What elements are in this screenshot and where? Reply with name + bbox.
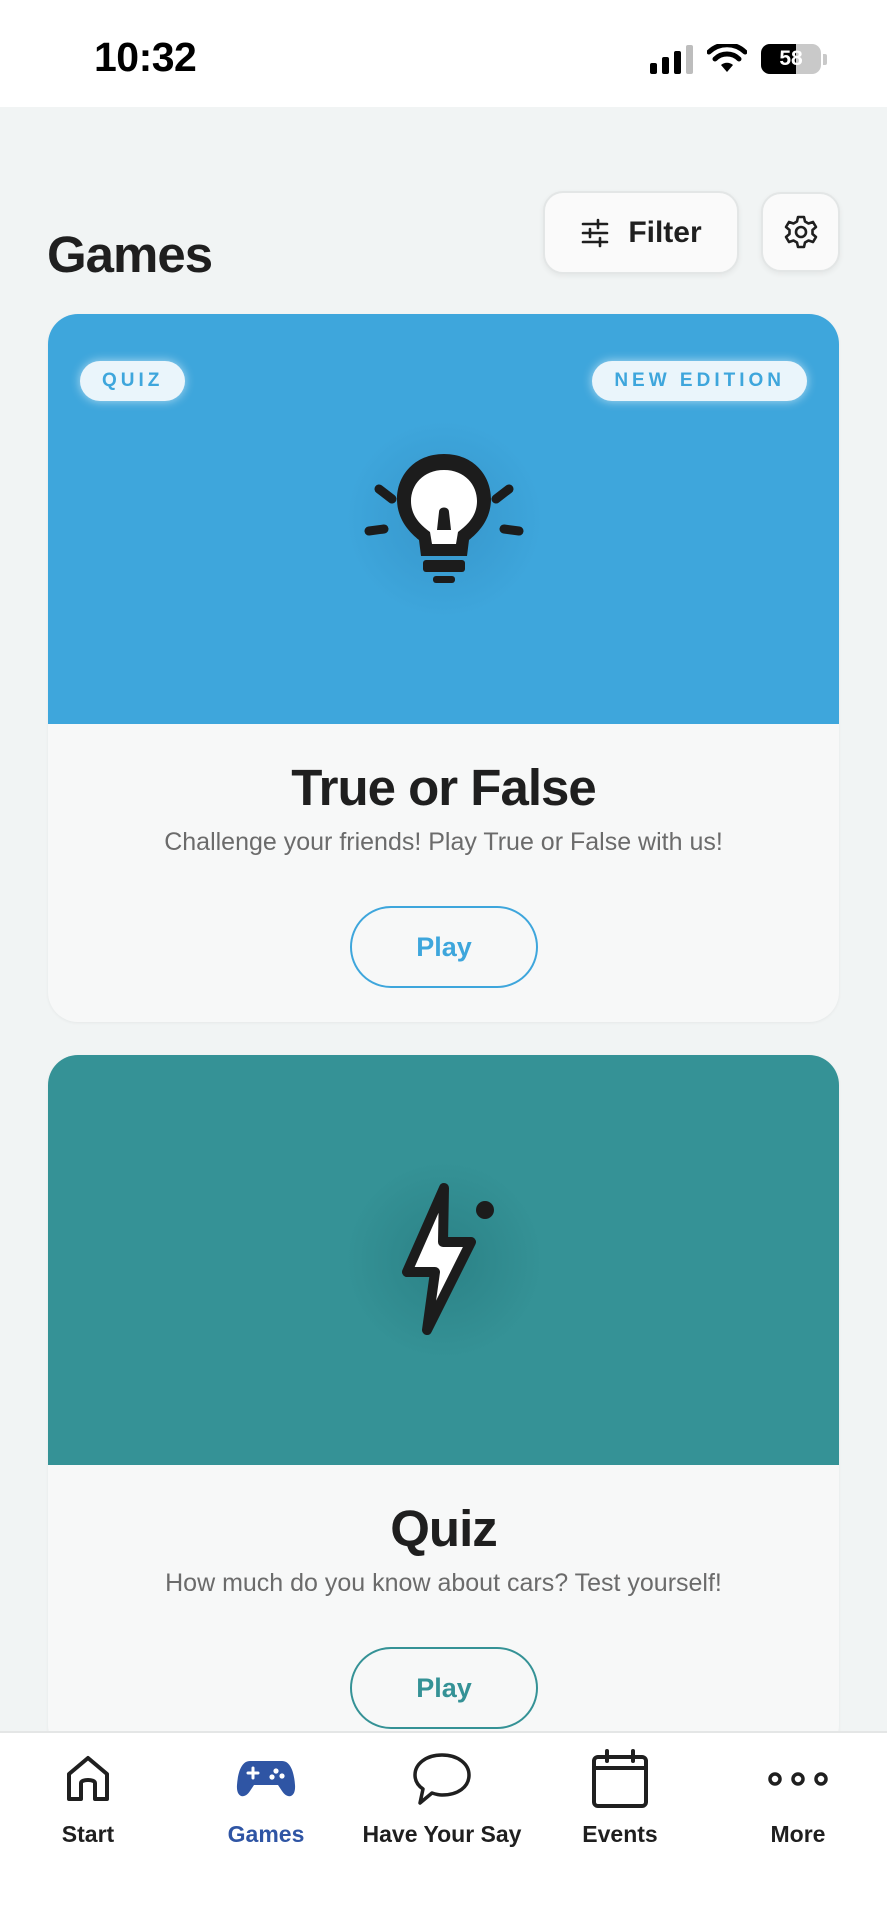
card-description: Challenge your friends! Play True or Fal… <box>164 828 723 856</box>
status-time: 10:32 <box>94 34 197 80</box>
speech-bubble-icon <box>413 1753 471 1805</box>
tab-games[interactable]: Games <box>181 1747 351 1857</box>
new-edition-badge: NEW EDITION <box>592 361 807 401</box>
game-card-true-or-false[interactable]: QUIZ NEW EDITION True or False Challenge… <box>48 314 839 1022</box>
card-hero <box>48 1055 839 1465</box>
sliders-icon <box>582 218 609 247</box>
play-button[interactable]: Play <box>350 906 538 988</box>
home-icon <box>67 1756 109 1801</box>
games-header: Games Filter <box>0 107 887 307</box>
more-dots-icon <box>768 1772 828 1786</box>
wifi-icon <box>707 44 747 72</box>
tab-have-your-say[interactable]: Have Your Say <box>357 1747 527 1857</box>
filter-label: Filter <box>628 215 702 249</box>
tab-more[interactable]: More <box>713 1747 883 1857</box>
card-description: How much do you know about cars? Test yo… <box>165 1569 722 1597</box>
bottom-tab-bar: Start Games Have Your Say Events More <box>0 1731 887 1920</box>
lightbulb-icon <box>364 454 523 583</box>
settings-button[interactable] <box>761 192 840 272</box>
tab-label: More <box>770 1821 826 1847</box>
tab-label: Events <box>582 1821 658 1847</box>
cellular-signal-icon <box>650 44 693 74</box>
tab-start[interactable]: Start <box>3 1747 173 1857</box>
calendar-icon <box>592 1749 648 1808</box>
category-badge: QUIZ <box>80 361 186 401</box>
tab-label: Games <box>227 1821 305 1847</box>
page-title: Games <box>47 226 213 283</box>
game-card-quiz[interactable]: Quiz How much do you know about cars? Te… <box>48 1055 839 1755</box>
card-title: True or False <box>291 759 596 816</box>
filter-button[interactable]: Filter <box>543 191 739 274</box>
status-icons: 58 <box>650 42 827 76</box>
gear-icon <box>784 215 817 249</box>
gamepad-icon <box>236 1761 296 1797</box>
tab-label: Start <box>61 1821 115 1847</box>
tab-label: Have Your Say <box>362 1821 522 1847</box>
battery-icon: 58 <box>761 44 821 74</box>
tab-events[interactable]: Events <box>535 1747 705 1857</box>
card-hero: QUIZ NEW EDITION <box>48 314 839 724</box>
battery-percentage: 58 <box>779 47 803 70</box>
lightning-icon <box>401 1183 494 1335</box>
play-button[interactable]: Play <box>350 1647 538 1729</box>
card-title: Quiz <box>390 1500 498 1557</box>
status-bar: 10:32 58 <box>0 0 887 107</box>
